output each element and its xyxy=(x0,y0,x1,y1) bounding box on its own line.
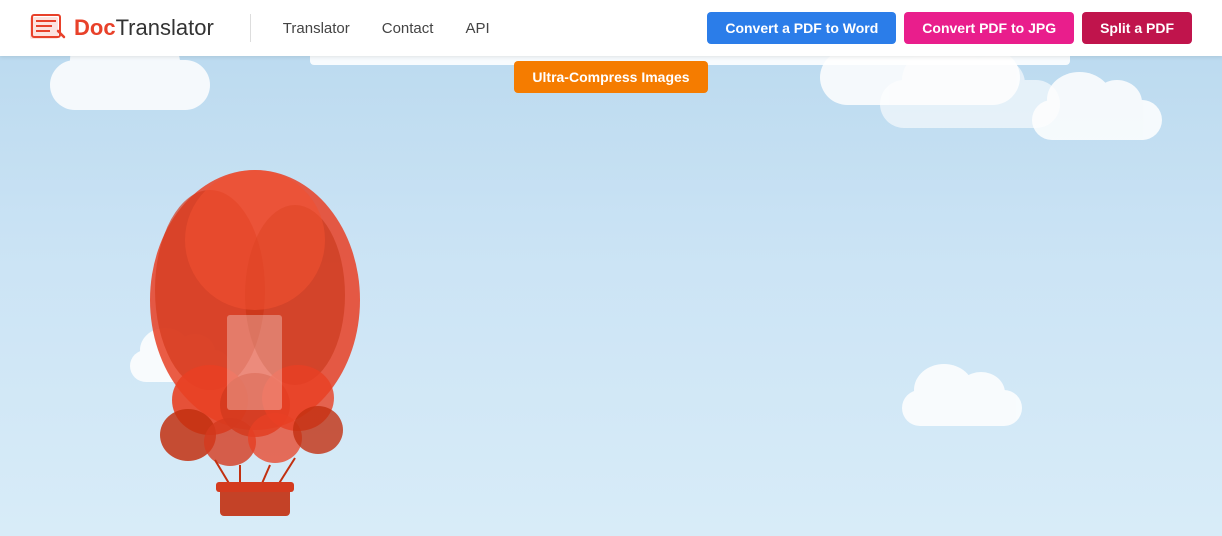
nav-divider xyxy=(250,14,251,42)
balloon-decoration xyxy=(130,140,380,520)
cloud-decoration xyxy=(902,390,1022,426)
convert-pdf-jpg-button[interactable]: Convert PDF to JPG xyxy=(904,12,1074,44)
convert-pdf-word-button[interactable]: Convert a PDF to Word xyxy=(707,12,896,44)
nav-contact[interactable]: Contact xyxy=(376,16,440,41)
logo-icon xyxy=(30,13,66,43)
nav-translator[interactable]: Translator xyxy=(277,16,356,41)
header: DocTranslator Translator Contact API Con… xyxy=(0,0,1222,56)
nav-api[interactable]: API xyxy=(459,16,495,41)
ultra-compress-button[interactable]: Ultra-Compress Images xyxy=(514,61,707,93)
logo[interactable]: DocTranslator xyxy=(30,13,214,43)
nav-buttons: Convert a PDF to Word Convert PDF to JPG… xyxy=(707,12,1192,44)
logo-text: DocTranslator xyxy=(74,15,214,41)
split-pdf-button[interactable]: Split a PDF xyxy=(1082,12,1192,44)
